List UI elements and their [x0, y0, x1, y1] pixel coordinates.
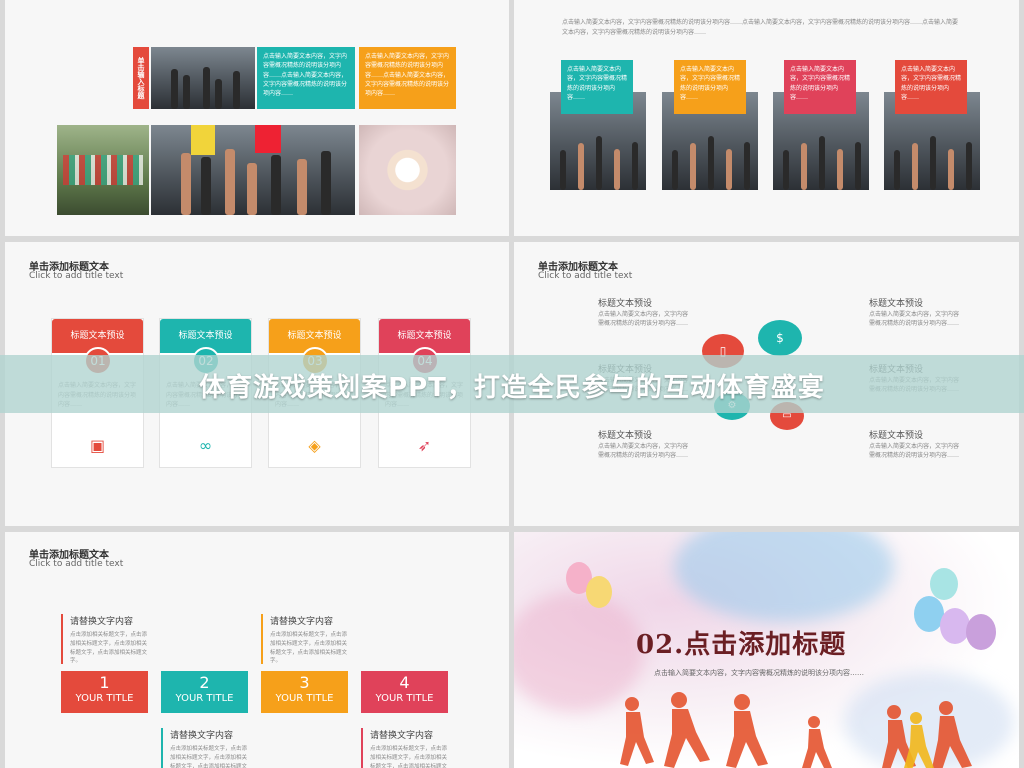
title-banner: 体育游戏策划案PPT，打造全民参与的互动体育盛宴 — [0, 355, 1024, 413]
balloon-lilac — [940, 608, 970, 644]
binoculars-icon: ∞ — [198, 436, 213, 455]
slide5-text-item-1: 请替换文字内容 点击添加相关标题文字，点击添加相关标题文字，点击添加相关标题文字… — [61, 614, 151, 664]
slide6-text: 点击输入简要文本内容，文字内容需概况精炼的说明该分项内容…… — [654, 669, 864, 677]
slide5-title-box-3: 3 YOUR TITLE — [261, 671, 348, 713]
slide4-item-text: 点击输入简要文本内容，文字内容需概况精炼的说明该分项内容…… — [598, 443, 689, 460]
slide5-item-text: 点击添加相关标题文字，点击添加相关标题文字，点击添加相关标题文字，点击添加相关标… — [370, 746, 448, 768]
balloon-yellow — [586, 576, 612, 608]
slide5-item-heading: 请替换文字内容 — [370, 731, 434, 741]
runners-photo-bottom — [151, 125, 355, 215]
runners-photo-top — [151, 47, 255, 109]
slide5-subtitle: Click to add title text — [29, 559, 124, 569]
slide-thumbnail-2[interactable]: 点击输入简要文本内容，文字内容需概况精炼的说明该分项内容…… 点击输入简要文本内容… — [514, 0, 1019, 236]
slide5-item-text: 点击添加相关标题文字，点击添加相关标题文字，点击添加相关标题文字，点击添加相关标… — [70, 632, 148, 665]
rocket-icon: ➶ — [417, 436, 432, 455]
balloon-cyan — [930, 568, 958, 600]
slide6-heading: 02.点击添加标题 — [636, 630, 847, 660]
slide5-text-item-3: 请替换文字内容 点击添加相关标题文字，点击添加相关标题文字，点击添加相关标题文字… — [161, 728, 251, 768]
slide2-text-box-4: 点击输入简要文本内容，文字内容需概况精炼的说明该分项内容…… — [895, 60, 967, 114]
slide-thumbnail-6[interactable]: 02.点击添加标题 点击输入简要文本内容，文字内容需概况精炼的说明该分项内容…… — [514, 532, 1019, 768]
slide5-box-number: 4 — [399, 673, 410, 692]
slide4-item-text: 点击输入简要文本内容，文字内容需概况精炼的说明该分项内容…… — [598, 311, 689, 328]
slide5-item-heading: 请替换文字内容 — [70, 617, 134, 627]
slide5-item-text: 点击添加相关标题文字，点击添加相关标题文字，点击添加相关标题文字，点击添加相关标… — [170, 746, 248, 768]
slide2-intro-text: 点击输入简要文本内容，文字内容需概况精炼的说明该分项内容……点击输入简要文本内容… — [562, 19, 959, 36]
slide5-box-number: 2 — [199, 673, 210, 692]
slide5-text-item-4: 请替换文字内容 点击添加相关标题文字，点击添加相关标题文字，点击添加相关标题文字… — [361, 728, 451, 768]
slide4-item-text: 点击输入简要文本内容，文字内容需概况精炼的说明该分项内容…… — [869, 311, 960, 328]
slide4-item-label: 标题文本预设 — [598, 431, 653, 441]
slide5-box-number: 3 — [299, 673, 310, 692]
parade-photo — [57, 125, 149, 215]
money-balloon-icon: $ — [758, 320, 802, 356]
slide2-text-box-1: 点击输入简要文本内容，文字内容需概况精炼的说明该分项内容…… — [561, 60, 633, 114]
slide4-item-text: 点击输入简要文本内容，文字内容需概况精炼的说明该分项内容…… — [869, 443, 960, 460]
slide5-title-box-4: 4 YOUR TITLE — [361, 671, 448, 713]
flower-photo — [359, 125, 456, 215]
layers-icon: ◈ — [308, 436, 321, 455]
slide-thumbnail-5[interactable]: 单击添加标题文本 Click to add title text 请替换文字内容… — [5, 532, 509, 768]
slide5-text-item-2: 请替换文字内容 点击添加相关标题文字，点击添加相关标题文字，点击添加相关标题文字… — [261, 614, 351, 664]
slide5-box-label: YOUR TITLE — [275, 693, 334, 704]
runners-silhouette — [620, 692, 972, 768]
slide5-item-text: 点击添加相关标题文字，点击添加相关标题文字，点击添加相关标题文字，点击添加相关标… — [270, 632, 348, 665]
slide-thumbnail-1[interactable]: 单击输入标题 点击输入简要文本内容，文字内容需概况精炼的说明该分项内容……点击输… — [5, 0, 509, 236]
vertical-title-text: 单击输入标题 — [137, 57, 145, 99]
slide5-title-box-1: 1 YOUR TITLE — [61, 671, 148, 713]
orange-text-box: 点击输入简要文本内容，文字内容需概况精炼的说明该分项内容……点击输入简要文本内容… — [359, 47, 456, 109]
slide4-item-label: 标题文本预设 — [869, 299, 924, 309]
slide5-item-heading: 请替换文字内容 — [170, 731, 234, 741]
slide3-subtitle: Click to add title text — [29, 271, 124, 281]
slide5-box-label: YOUR TITLE — [375, 693, 434, 704]
slide2-text-box-3: 点击输入简要文本内容，文字内容需概况精炼的说明该分项内容…… — [784, 60, 856, 114]
presentation-icon: ▣ — [89, 436, 106, 455]
balloon-purple — [966, 614, 996, 650]
slide5-title-box-2: 2 YOUR TITLE — [161, 671, 248, 713]
slide4-item-label: 标题文本预设 — [869, 431, 924, 441]
vertical-title-block: 单击输入标题 — [133, 47, 149, 109]
slide5-box-label: YOUR TITLE — [175, 693, 234, 704]
slide5-item-heading: 请替换文字内容 — [270, 617, 334, 627]
banner-title: 体育游戏策划案PPT，打造全民参与的互动体育盛宴 — [199, 373, 825, 403]
slide2-text-box-2: 点击输入简要文本内容，文字内容需概况精炼的说明该分项内容…… — [674, 60, 746, 114]
teal-text-box: 点击输入简要文本内容，文字内容需概况精炼的说明该分项内容……点击输入简要文本内容… — [257, 47, 355, 109]
slide5-box-number: 1 — [99, 673, 110, 692]
slide4-subtitle: Click to add title text — [538, 271, 633, 281]
slide5-box-label: YOUR TITLE — [75, 693, 134, 704]
slide4-item-label: 标题文本预设 — [598, 299, 653, 309]
